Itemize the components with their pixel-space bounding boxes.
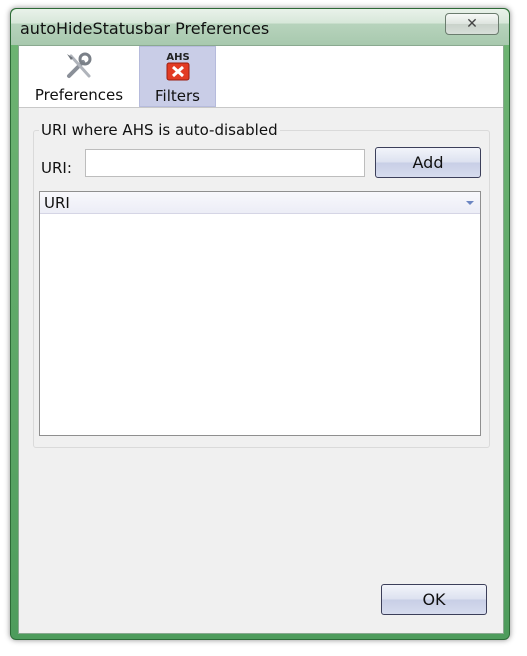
uri-label: URI:: [41, 159, 72, 177]
group-caption: URI where AHS is auto-disabled: [39, 121, 280, 139]
tab-filters-label: Filters: [155, 87, 200, 105]
close-icon: ✕: [466, 16, 478, 32]
column-label-uri: URI: [44, 194, 70, 212]
tab-preferences[interactable]: Preferences: [19, 46, 139, 107]
uri-list[interactable]: URI: [39, 191, 481, 436]
tools-icon: [67, 52, 92, 78]
close-button[interactable]: ✕: [445, 13, 499, 35]
tab-preferences-label: Preferences: [34, 86, 124, 104]
uri-input[interactable]: [85, 149, 365, 177]
list-header-uri[interactable]: URI: [40, 192, 480, 214]
client-area: Preferences AHS Filters URI where AHS is…: [18, 45, 504, 634]
preferences-window: autoHideStatusbar Preferences ✕ Preferen…: [10, 8, 510, 640]
window-title: autoHideStatusbar Preferences: [20, 19, 270, 38]
svg-text:AHS: AHS: [166, 52, 189, 63]
ok-button[interactable]: OK: [381, 584, 487, 615]
pane-toolbar: Preferences AHS Filters: [19, 46, 503, 108]
title-bar[interactable]: autoHideStatusbar Preferences ✕: [11, 9, 509, 45]
tab-filters[interactable]: AHS Filters: [139, 46, 216, 107]
ahs-disabled-icon: AHS: [166, 52, 189, 81]
add-button[interactable]: Add: [375, 147, 481, 178]
column-picker-icon[interactable]: [466, 201, 474, 205]
